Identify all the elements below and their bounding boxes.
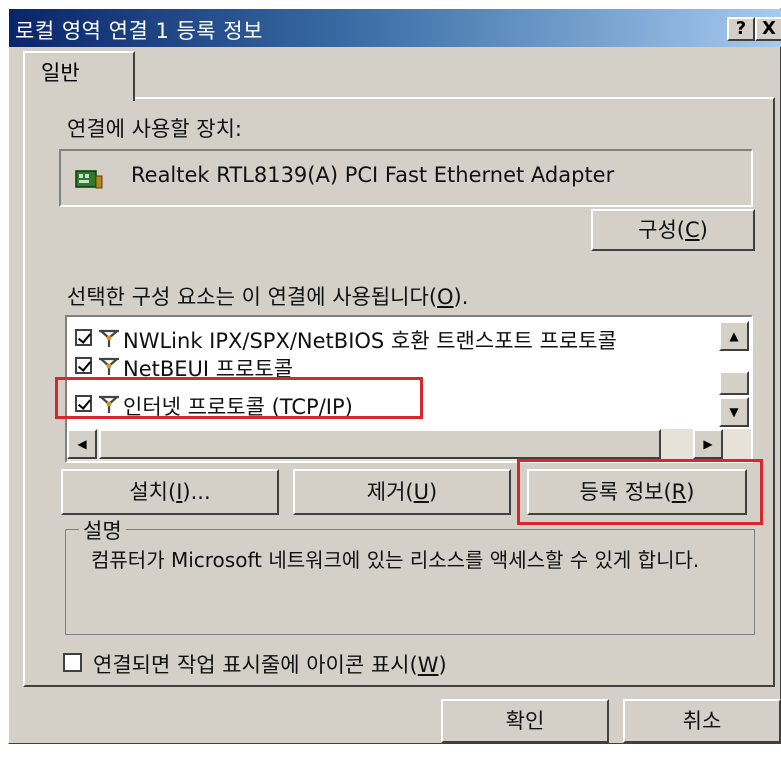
highlight-tcpip	[55, 377, 423, 419]
scroll-left-button[interactable]: ◀	[67, 429, 97, 459]
horizontal-scrollbar[interactable]: ◀ ▶	[67, 429, 751, 461]
device-field: Realtek RTL8139(A) PCI Fast Ethernet Ada…	[59, 149, 753, 207]
uninstall-suffix: )	[429, 480, 438, 504]
scroll-thumb-horizontal[interactable]	[99, 429, 661, 459]
show-icon-suffix: )	[438, 653, 447, 677]
configure-button-label: 구성(	[638, 218, 685, 242]
components-label-suffix: ).	[453, 285, 469, 309]
show-icon-checkbox[interactable]	[63, 653, 82, 672]
uninstall-label: 제거(	[366, 480, 414, 504]
component-checkbox[interactable]	[75, 329, 92, 346]
components-label-text: 선택한 구성 요소는 이 연결에 사용됩니다(	[67, 285, 438, 309]
device-name: Realtek RTL8139(A) PCI Fast Ethernet Ada…	[131, 163, 615, 187]
device-label: 연결에 사용할 장치:	[67, 117, 242, 141]
network-protocol-icon	[99, 357, 119, 375]
components-hotkey: O	[437, 285, 454, 309]
scroll-right-button[interactable]: ▶	[693, 429, 723, 459]
network-adapter-icon	[75, 170, 103, 189]
install-button[interactable]: 설치(I)...	[61, 469, 279, 515]
tab-general[interactable]: 일반	[23, 51, 135, 101]
ok-button[interactable]: 확인	[441, 699, 609, 743]
scroll-thumb[interactable]	[719, 371, 749, 395]
properties-dialog: 로컬 영역 연결 1 등록 정보 ? X 일반 연결에 사용할 장치: Real…	[8, 8, 781, 744]
show-icon-label: 연결되면 작업 표시줄에 아이콘 표시(W)	[93, 649, 447, 679]
title-bar[interactable]: 로컬 영역 연결 1 등록 정보 ? X	[9, 9, 781, 47]
help-button[interactable]: ?	[727, 17, 755, 41]
component-label: NWLink IPX/SPX/NetBIOS 호환 트랜스포트 프로토콜	[123, 329, 617, 353]
components-label: 선택한 구성 요소는 이 연결에 사용됩니다(O).	[67, 281, 468, 311]
highlight-properties	[517, 459, 763, 525]
uninstall-button[interactable]: 제거(U)	[293, 469, 511, 515]
configure-hotkey: C	[684, 218, 700, 242]
component-checkbox[interactable]	[75, 357, 92, 374]
description-title: 설명	[79, 515, 126, 545]
window-title: 로컬 영역 연결 1 등록 정보	[15, 19, 263, 43]
close-button[interactable]: X	[755, 17, 781, 41]
install-suffix: )...	[182, 480, 211, 504]
description-group	[65, 529, 755, 635]
uninstall-hotkey: U	[413, 480, 429, 504]
tab-general-label: 일반	[41, 61, 80, 85]
install-label: 설치(	[129, 480, 177, 504]
scroll-up-button[interactable]: ▲	[719, 321, 749, 351]
description-text: 컴퓨터가 Microsoft 네트워크에 있는 리소스를 액세스할 수 있게 합…	[91, 548, 700, 572]
scroll-down-button[interactable]: ▼	[719, 397, 749, 427]
show-icon-hotkey: W	[417, 653, 439, 677]
show-icon-label-text: 연결되면 작업 표시줄에 아이콘 표시(	[93, 653, 418, 677]
configure-button[interactable]: 구성(C)	[591, 209, 755, 251]
network-protocol-icon	[99, 329, 119, 347]
configure-button-suffix: )	[699, 218, 708, 242]
cancel-button[interactable]: 취소	[623, 699, 781, 743]
vertical-scrollbar[interactable]: ▲ ▼	[719, 317, 751, 429]
